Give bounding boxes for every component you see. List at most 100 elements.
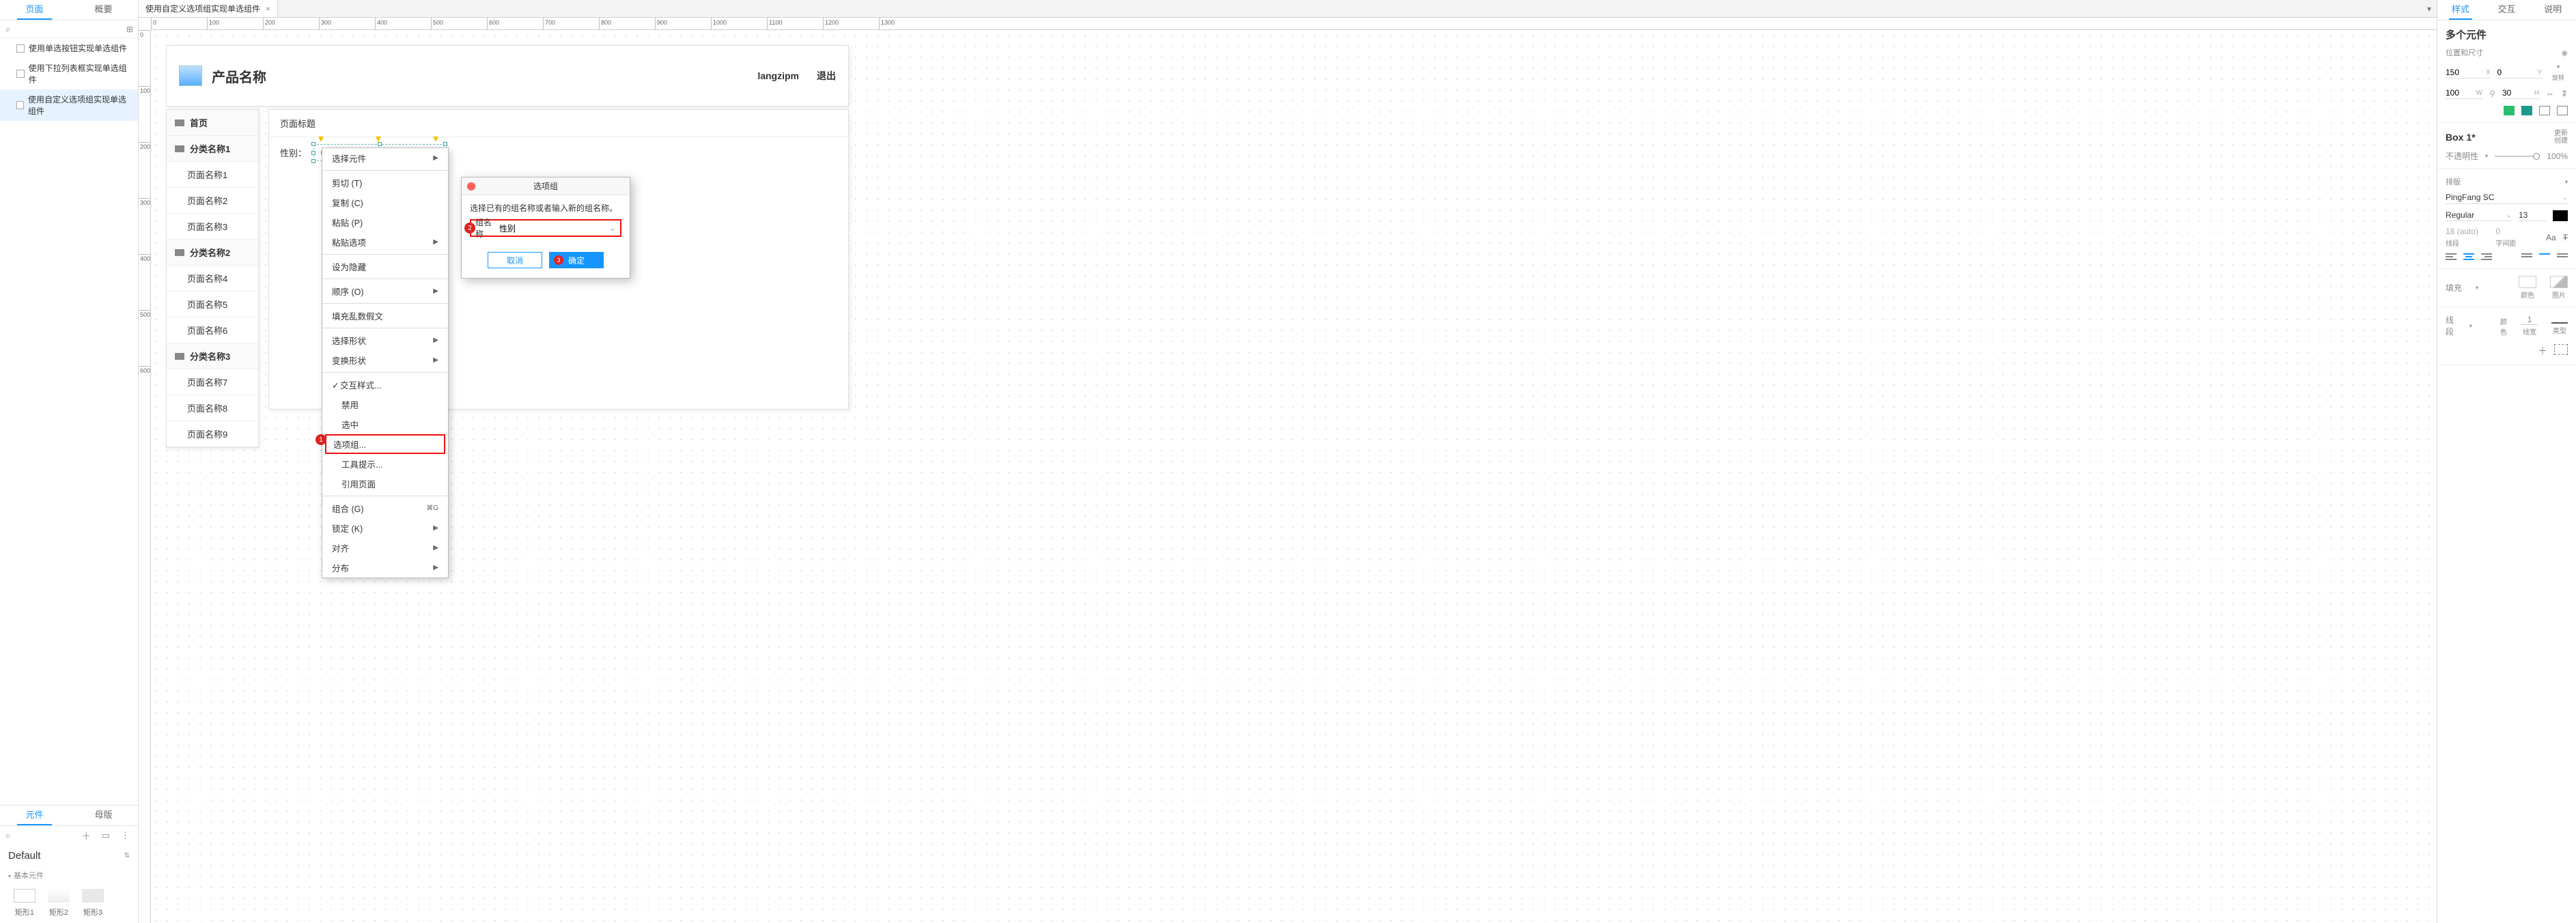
font-color-swatch[interactable] xyxy=(2553,210,2568,221)
sidemenu-category[interactable]: 分类名称3 xyxy=(167,343,258,369)
dialog-titlebar[interactable]: 选项组 xyxy=(462,178,630,195)
shape-widget[interactable]: 矩形2 xyxy=(48,889,70,918)
sidemenu-category[interactable]: 分类名称2 xyxy=(167,240,258,266)
opacity-value[interactable]: 100% xyxy=(2547,152,2568,161)
sidemenu-item[interactable]: 页面名称7 xyxy=(167,369,258,395)
sidemenu-item[interactable]: 页面名称2 xyxy=(167,188,258,214)
font-weight-selector[interactable]: Regular⌄ xyxy=(2446,210,2512,221)
tab-style[interactable]: 样式 xyxy=(2437,0,2484,20)
cancel-button[interactable]: 取消 xyxy=(488,252,542,268)
valign-middle-icon[interactable] xyxy=(2539,253,2550,261)
add-library-icon[interactable]: ＋ xyxy=(79,829,94,842)
close-icon[interactable] xyxy=(467,182,475,190)
widget-group-header[interactable]: ▾基本元件 xyxy=(0,867,138,883)
group-name-input[interactable] xyxy=(499,223,605,233)
sidemenu-item[interactable]: 页面名称9 xyxy=(167,421,258,447)
ctx-group[interactable]: 组合 (G)⌘G xyxy=(322,498,448,518)
ctx-order[interactable]: 顺序 (O)▶ xyxy=(322,281,448,301)
h-input[interactable] xyxy=(2502,88,2532,98)
align-back-icon[interactable] xyxy=(2521,106,2532,115)
more-icon[interactable]: ⋮ xyxy=(118,830,132,841)
ctx-tooltip[interactable]: 工具提示... xyxy=(322,454,448,474)
ctx-ix-styles[interactable]: ✓交互样式... xyxy=(322,375,448,395)
x-input[interactable] xyxy=(2446,68,2476,77)
tab-widgets[interactable]: 元件 xyxy=(0,806,69,825)
ctx-lorem[interactable]: 填充乱数假文 xyxy=(322,306,448,326)
align-left-icon[interactable] xyxy=(2446,253,2456,261)
visibility-icon[interactable]: ◉ xyxy=(2561,48,2568,57)
page-item[interactable]: 使用下拉列表框实现单选组件 xyxy=(0,58,138,89)
ctx-paste-options[interactable]: 粘贴选项▶ xyxy=(322,232,448,252)
ctx-change-shape[interactable]: 变换形状▶ xyxy=(322,350,448,370)
exit-link[interactable]: 退出 xyxy=(817,69,836,83)
align-center-icon[interactable] xyxy=(2463,253,2474,261)
strikethrough-icon[interactable]: T xyxy=(2563,233,2568,242)
add-border-icon[interactable]: ＋ xyxy=(2538,344,2547,358)
chevron-down-icon[interactable]: ⌄ xyxy=(609,223,616,233)
sidemenu-category[interactable]: 首页 xyxy=(167,110,258,136)
ctx-ref-page[interactable]: 引用页面 xyxy=(322,474,448,494)
font-size-input[interactable]: 13 xyxy=(2519,210,2546,221)
tab-masters[interactable]: 母版 xyxy=(69,806,138,825)
rotation-value[interactable]: ° xyxy=(2549,63,2568,73)
y-input[interactable] xyxy=(2497,68,2528,77)
opacity-slider[interactable] xyxy=(2495,156,2540,157)
create-style-link[interactable]: 创建 xyxy=(2554,137,2568,145)
ok-button[interactable]: 3 确定 xyxy=(549,252,604,268)
ctx-selected[interactable]: 选中 xyxy=(322,414,448,434)
valign-bottom-icon[interactable] xyxy=(2557,253,2568,261)
ctx-select-widget[interactable]: 选择元件▶ xyxy=(322,148,448,168)
canvas[interactable]: 产品名称 langzipm 退出 首页分类名称1页面名称1页面名称2页面名称3分… xyxy=(151,30,2437,923)
tab-outline[interactable]: 概要 xyxy=(69,0,138,20)
letter-spacing-input[interactable]: 0 xyxy=(2495,227,2500,236)
ctx-disable[interactable]: 禁用 xyxy=(322,395,448,414)
sidemenu-item[interactable]: 页面名称6 xyxy=(167,317,258,343)
fill-image-swatch[interactable] xyxy=(2550,276,2568,288)
sidemenu-item[interactable]: 页面名称1 xyxy=(167,162,258,188)
line-height-input[interactable]: 18 (auto) xyxy=(2446,227,2478,236)
line-type-selector[interactable] xyxy=(2551,317,2568,324)
border-visibility-icon[interactable] xyxy=(2554,344,2568,355)
shape-widget[interactable]: 矩形3 xyxy=(82,889,104,918)
library-card-icon[interactable]: ▭ xyxy=(99,830,113,841)
ctx-paste[interactable]: 粘贴 (P) xyxy=(322,212,448,232)
add-page-icon[interactable]: ⊞ xyxy=(125,25,135,34)
align-box2-icon[interactable] xyxy=(2557,106,2568,115)
sidemenu-item[interactable]: 页面名称3 xyxy=(167,214,258,240)
sidemenu-category[interactable]: 分类名称1 xyxy=(167,136,258,162)
tab-pages[interactable]: 页面 xyxy=(0,0,69,20)
line-width-input[interactable]: 1 xyxy=(2521,315,2538,325)
close-tab-icon[interactable]: × xyxy=(266,4,270,14)
page-item[interactable]: 使用自定义选项组实现单选组件 xyxy=(0,89,138,121)
tab-interactions[interactable]: 交互 xyxy=(2484,0,2530,20)
sidemenu-item[interactable]: 页面名称8 xyxy=(167,395,258,421)
update-style-link[interactable]: 更新 xyxy=(2554,130,2568,137)
ctx-select-shape[interactable]: 选择形状▶ xyxy=(322,330,448,350)
shape-widget[interactable]: 矩形1 xyxy=(14,889,36,918)
document-tab[interactable]: 使用自定义选项组实现单选组件 × xyxy=(139,0,278,17)
sidemenu-item[interactable]: 页面名称5 xyxy=(167,292,258,317)
align-box-icon[interactable] xyxy=(2539,106,2550,115)
align-right-icon[interactable] xyxy=(2481,253,2492,261)
tab-notes[interactable]: 说明 xyxy=(2530,0,2576,20)
page-item[interactable]: 使用单选按钮实现单选组件 xyxy=(0,38,138,58)
sidemenu-item[interactable]: 页面名称4 xyxy=(167,266,258,292)
ctx-align[interactable]: 对齐▶ xyxy=(322,538,448,558)
ctx-distribute[interactable]: 分布▶ xyxy=(322,558,448,578)
font-selector[interactable]: PingFang SC⌄ xyxy=(2446,191,2568,204)
ctx-lock[interactable]: 锁定 (K)▶ xyxy=(322,518,448,538)
group-name-field[interactable]: 2 组名称 ⌄ xyxy=(470,219,621,237)
tab-menu-icon[interactable]: ▾ xyxy=(2427,4,2431,14)
ctx-cut[interactable]: 剪切 (T) xyxy=(322,173,448,193)
align-front-icon[interactable] xyxy=(2504,106,2515,115)
ctx-hide[interactable]: 设为隐藏 xyxy=(322,257,448,276)
flip-h-icon[interactable]: ⇔ xyxy=(2546,89,2554,98)
valign-top-icon[interactable] xyxy=(2521,253,2532,261)
flip-v-icon[interactable]: ⇕ xyxy=(2561,89,2568,98)
w-input[interactable] xyxy=(2446,88,2476,98)
text-transform-icon[interactable]: Aa xyxy=(2546,233,2556,242)
fill-color-swatch[interactable] xyxy=(2519,276,2536,288)
ctx-copy[interactable]: 复制 (C) xyxy=(322,193,448,212)
library-selector[interactable]: Default ⇅ xyxy=(0,844,138,867)
ctx-option-group[interactable]: 选项组... xyxy=(325,434,445,454)
